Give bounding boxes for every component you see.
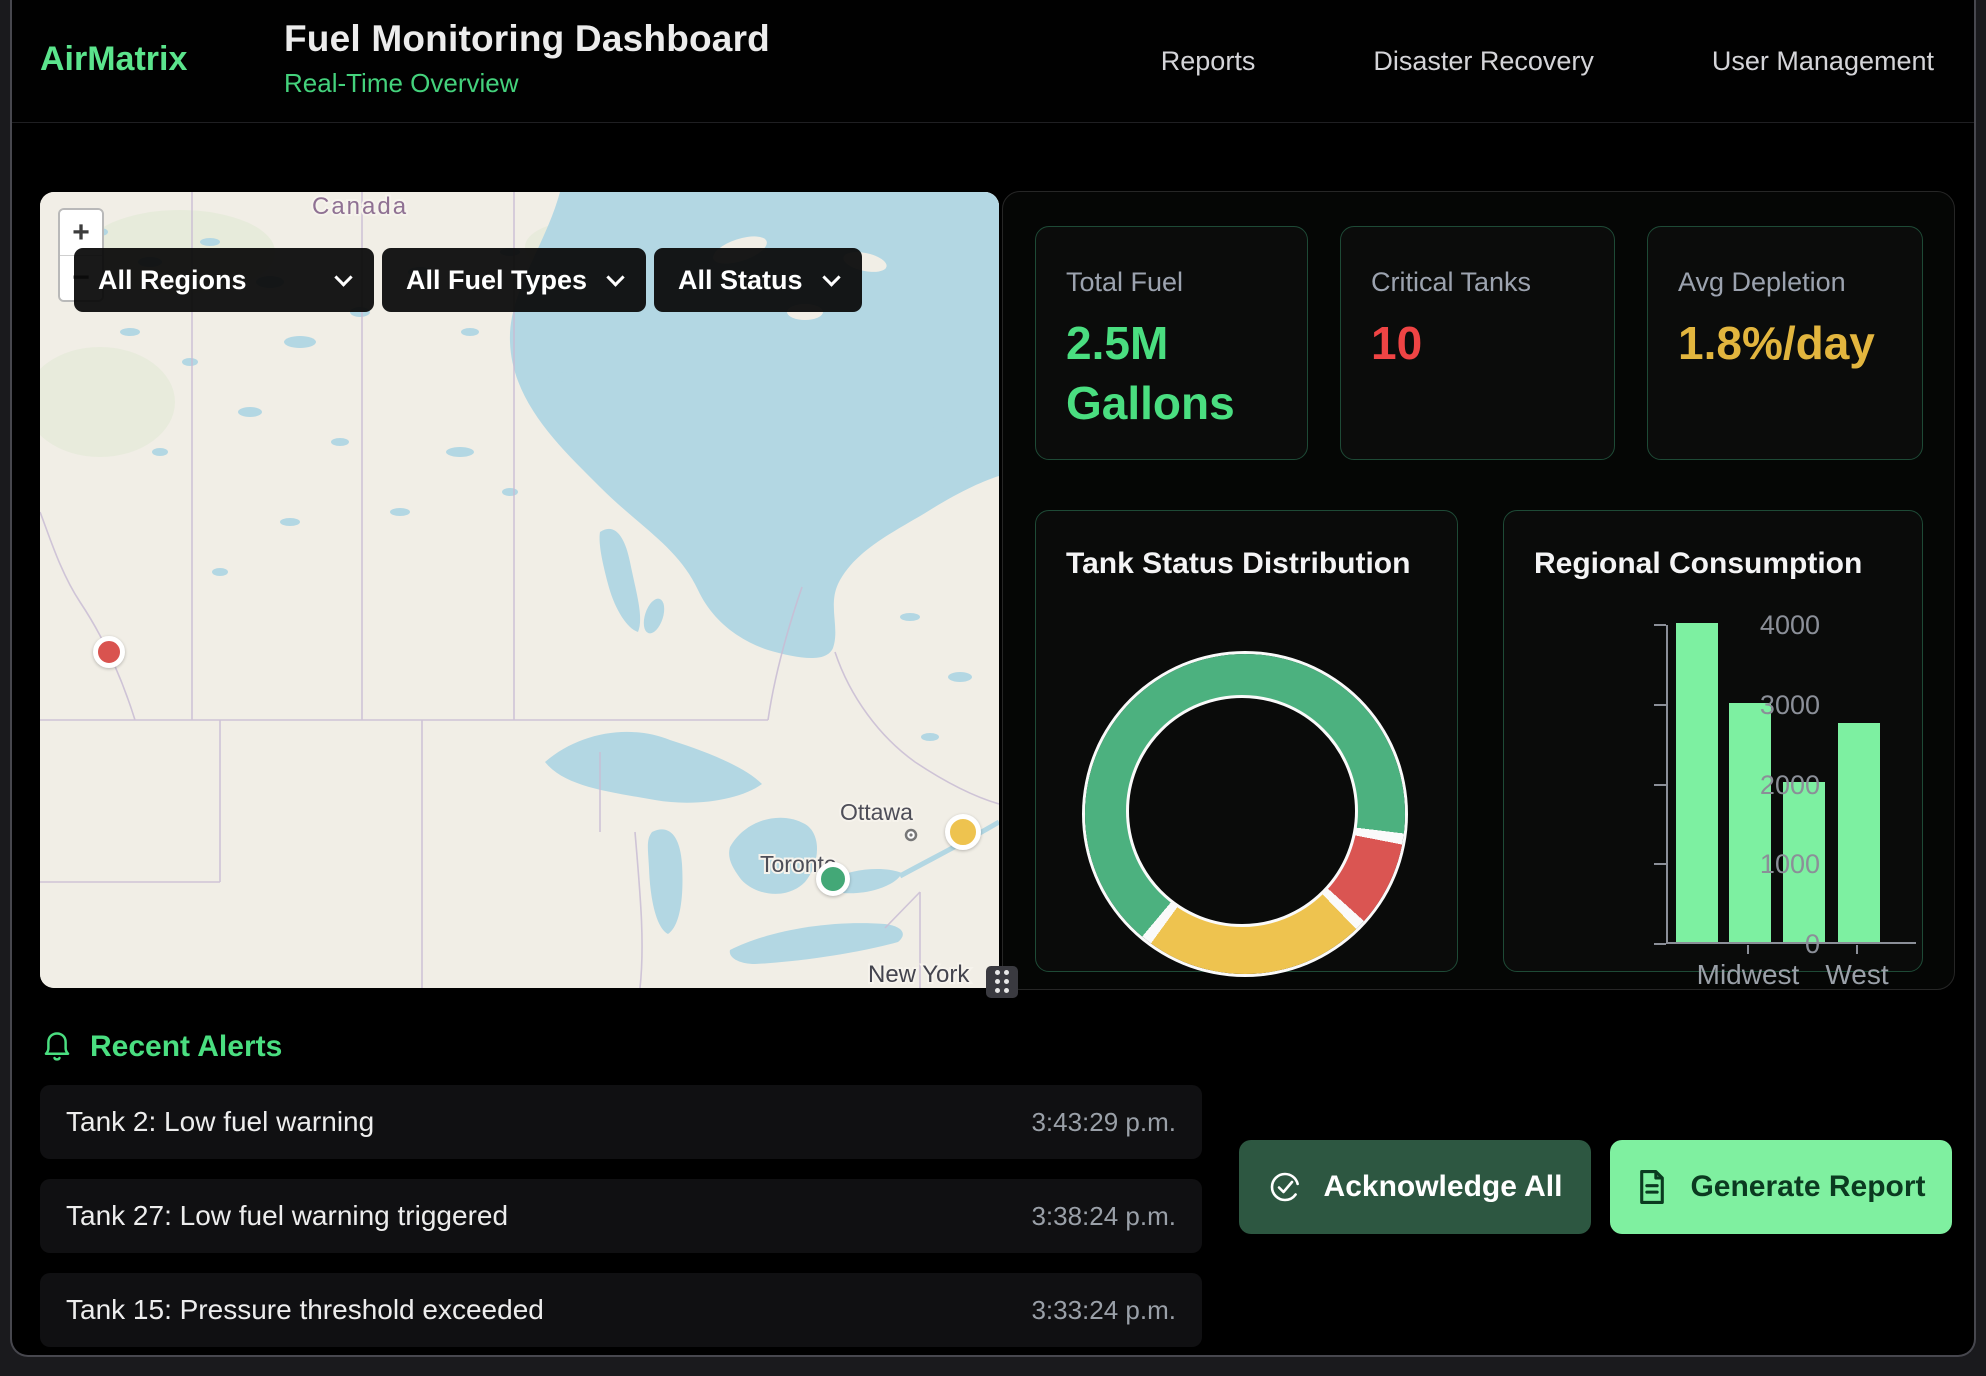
fuel-type-filter-dropdown[interactable]: All Fuel Types xyxy=(382,248,646,312)
plus-icon: + xyxy=(72,216,90,250)
alert-row: Tank 27: Low fuel warning triggered 3:38… xyxy=(40,1179,1202,1253)
status-filter-dropdown[interactable]: All Status xyxy=(654,248,862,312)
generate-report-button[interactable]: Generate Report xyxy=(1610,1140,1952,1234)
stat-card-critical-tanks: Critical Tanks 10 xyxy=(1340,226,1615,460)
bar-chart: 40003000200010000MidwestWest xyxy=(1504,511,1924,973)
tank-marker-critical[interactable] xyxy=(93,636,125,668)
drag-handle-icon[interactable] xyxy=(986,966,1018,998)
map-label-ottawa: Ottawa xyxy=(840,799,913,825)
y-axis-tick-label: 4000 xyxy=(1730,610,1820,641)
doughnut-hole xyxy=(1126,695,1358,927)
alert-row: Tank 2: Low fuel warning 3:43:29 p.m. xyxy=(40,1085,1202,1159)
y-axis-tick-label: 3000 xyxy=(1730,690,1820,721)
page-subtitle: Real-Time Overview xyxy=(284,68,770,99)
y-axis-tick-label: 2000 xyxy=(1730,770,1820,801)
main-nav: Reports Disaster Recovery User Managemen… xyxy=(1161,0,1934,123)
stat-label: Avg Depletion xyxy=(1678,267,1892,298)
tank-status-chart-card: Tank Status Distribution xyxy=(1035,510,1458,972)
alert-timestamp: 3:33:24 p.m. xyxy=(1031,1295,1176,1326)
chevron-down-icon xyxy=(606,268,624,286)
stat-value: 2.5M Gallons xyxy=(1066,314,1277,434)
generate-report-label: Generate Report xyxy=(1690,1170,1925,1204)
map[interactable]: Canada Ottawa Toronto New York + − All xyxy=(40,192,999,988)
nav-reports[interactable]: Reports xyxy=(1161,46,1256,77)
x-axis-tick-mark xyxy=(1747,945,1749,954)
map-label-new-york: New York xyxy=(868,961,970,988)
doughnut-chart xyxy=(1085,654,1405,974)
region-filter-value: All Regions xyxy=(98,265,247,296)
chevron-down-icon xyxy=(334,268,352,286)
check-circle-icon xyxy=(1268,1170,1302,1204)
y-axis-tick-mark xyxy=(1654,863,1666,865)
alert-text: Tank 2: Low fuel warning xyxy=(66,1106,374,1138)
brand-logo: AirMatrix xyxy=(40,40,187,79)
status-filter-value: All Status xyxy=(678,265,803,296)
regional-consumption-chart-card: Regional Consumption 40003000200010000Mi… xyxy=(1503,510,1923,972)
page-title: Fuel Monitoring Dashboard xyxy=(284,18,770,60)
stat-card-avg-depletion: Avg Depletion 1.8%/day xyxy=(1647,226,1923,460)
alert-timestamp: 3:38:24 p.m. xyxy=(1031,1201,1176,1232)
y-axis-tick-mark xyxy=(1654,943,1666,945)
stat-card-total-fuel: Total Fuel 2.5M Gallons xyxy=(1035,226,1308,460)
stat-label: Critical Tanks xyxy=(1371,267,1584,298)
alerts-title: Recent Alerts xyxy=(90,1030,282,1064)
tank-marker-normal[interactable] xyxy=(816,862,850,896)
header: AirMatrix Fuel Monitoring Dashboard Real… xyxy=(12,0,1974,123)
alerts-header: Recent Alerts xyxy=(42,1030,282,1064)
metrics-panel: Total Fuel 2.5M Gallons Critical Tanks 1… xyxy=(1002,191,1955,990)
map-filters: All Regions All Fuel Types All Status xyxy=(74,248,862,312)
stat-value: 10 xyxy=(1371,314,1584,374)
title-block: Fuel Monitoring Dashboard Real-Time Over… xyxy=(284,18,770,99)
bell-icon xyxy=(42,1031,72,1063)
document-icon xyxy=(1636,1169,1668,1205)
y-axis-tick-mark xyxy=(1654,784,1666,786)
region-filter-dropdown[interactable]: All Regions xyxy=(74,248,374,312)
alert-text: Tank 27: Low fuel warning triggered xyxy=(66,1200,508,1232)
stat-value: 1.8%/day xyxy=(1678,314,1892,374)
alert-row: Tank 15: Pressure threshold exceeded 3:3… xyxy=(40,1273,1202,1347)
acknowledge-all-button[interactable]: Acknowledge All xyxy=(1239,1140,1591,1234)
bar-West xyxy=(1838,723,1880,942)
acknowledge-all-label: Acknowledge All xyxy=(1324,1170,1563,1204)
x-axis-tick-label: West xyxy=(1787,959,1927,991)
chevron-down-icon xyxy=(822,268,840,286)
alert-text: Tank 15: Pressure threshold exceeded xyxy=(66,1294,544,1326)
nav-disaster-recovery[interactable]: Disaster Recovery xyxy=(1373,46,1594,77)
map-label-canada: Canada xyxy=(312,193,408,220)
y-axis-tick-mark xyxy=(1654,624,1666,626)
tank-marker-warning[interactable] xyxy=(945,814,981,850)
y-axis-tick-label: 0 xyxy=(1730,929,1820,960)
nav-user-management[interactable]: User Management xyxy=(1712,46,1934,77)
y-axis-tick-label: 1000 xyxy=(1730,849,1820,880)
app-window: AirMatrix Fuel Monitoring Dashboard Real… xyxy=(10,0,1976,1357)
y-axis-tick-mark xyxy=(1654,704,1666,706)
fuel-type-filter-value: All Fuel Types xyxy=(406,265,587,296)
stat-label: Total Fuel xyxy=(1066,267,1277,298)
bar-Midwest xyxy=(1729,703,1771,942)
x-axis-tick-mark xyxy=(1856,945,1858,954)
chart-title: Tank Status Distribution xyxy=(1066,547,1410,581)
alert-timestamp: 3:43:29 p.m. xyxy=(1031,1107,1176,1138)
bar-0 xyxy=(1676,623,1718,942)
